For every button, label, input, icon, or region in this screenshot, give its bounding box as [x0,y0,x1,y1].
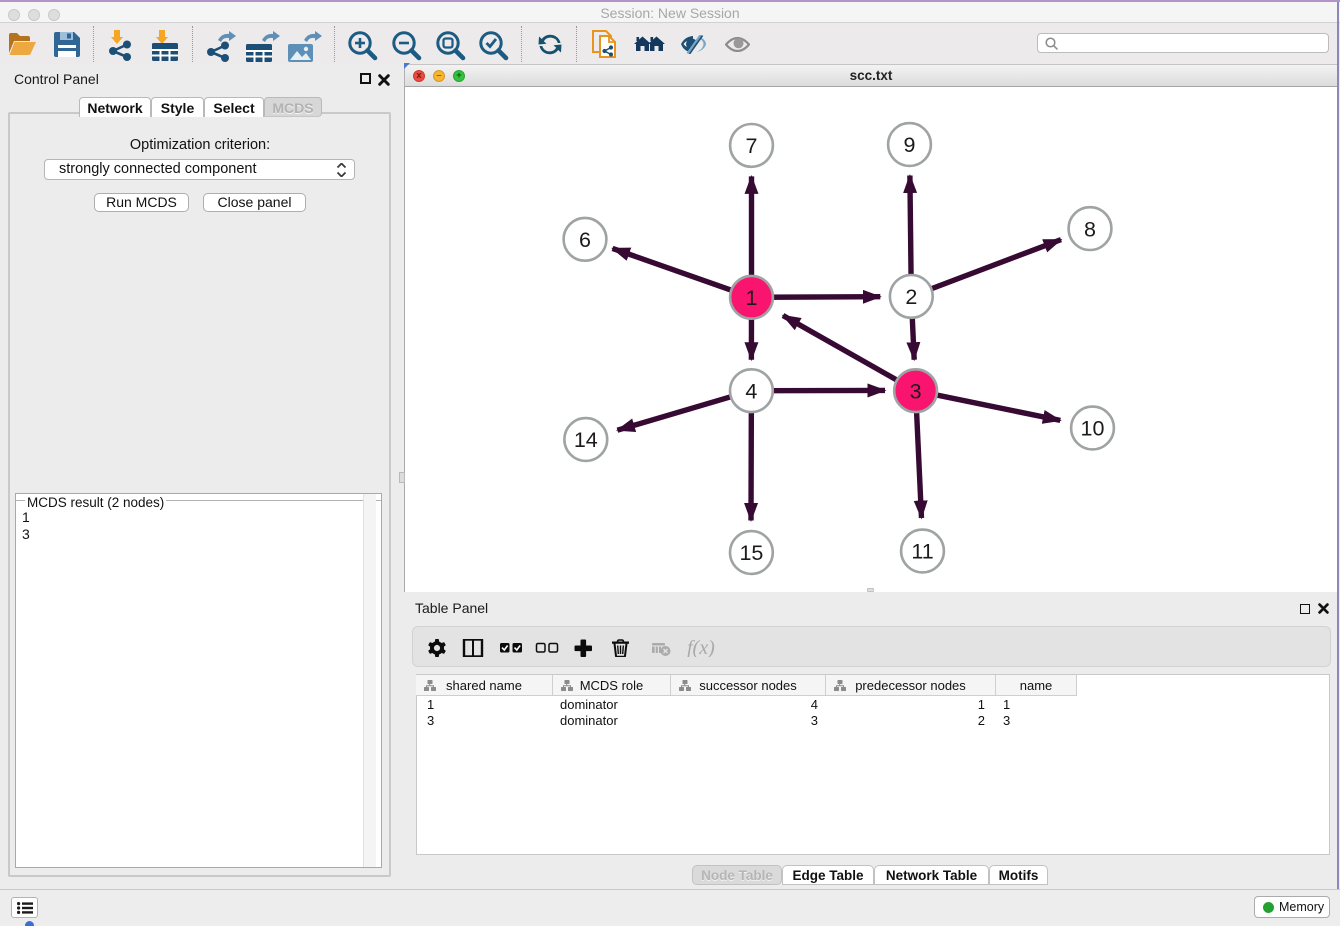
svg-text:6: 6 [579,228,591,252]
svg-text:4: 4 [745,379,757,403]
svg-text:3: 3 [910,379,922,403]
svg-text:10: 10 [1081,417,1105,441]
svg-text:8: 8 [1084,217,1096,241]
svg-text:f(x): f(x) [687,639,715,657]
svg-text:14: 14 [574,428,598,452]
svg-text:7: 7 [746,134,758,158]
svg-text:2: 2 [905,285,917,309]
svg-text:1: 1 [746,286,758,310]
svg-text:11: 11 [911,540,933,564]
svg-text:15: 15 [739,541,763,565]
svg-text:9: 9 [904,133,916,157]
